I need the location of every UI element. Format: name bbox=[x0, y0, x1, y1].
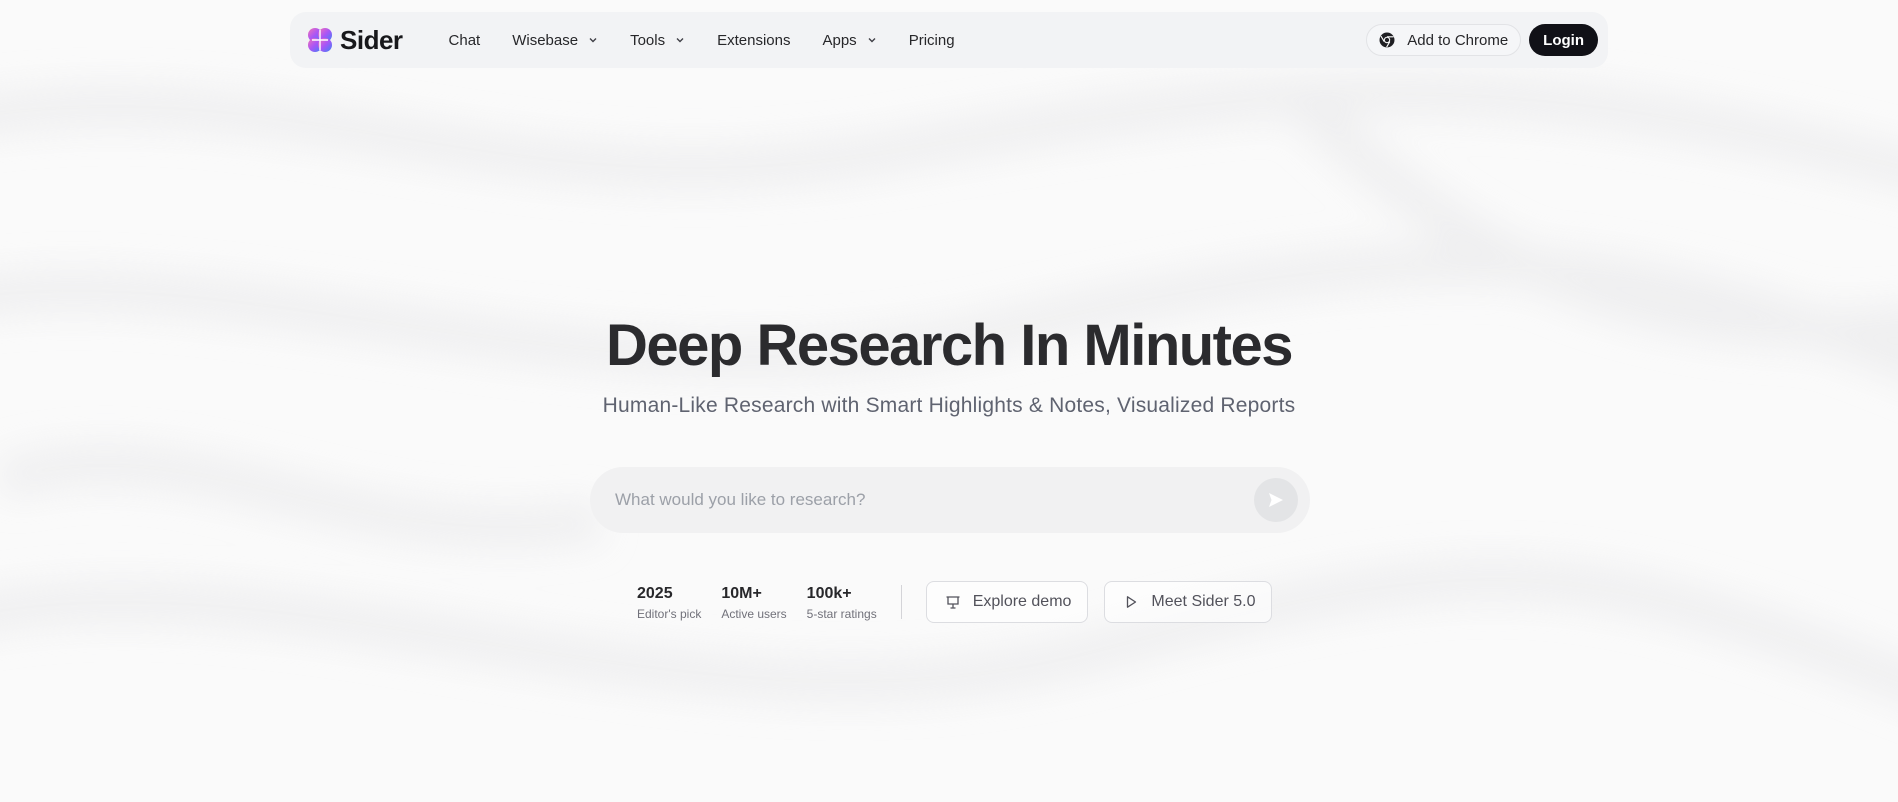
nav-item-label: Chat bbox=[448, 31, 481, 49]
add-to-chrome-label: Add to Chrome bbox=[1407, 31, 1509, 49]
nav-actions: Add to Chrome Login bbox=[1366, 24, 1598, 56]
chevron-down-icon bbox=[868, 38, 876, 43]
nav-item-label: Tools bbox=[630, 31, 666, 49]
nav-item-wisebase[interactable]: Wisebase bbox=[496, 24, 614, 57]
brand-logo[interactable]: Sider bbox=[306, 25, 403, 56]
stat-value: 10M+ bbox=[721, 584, 762, 602]
nav-item-label: Apps bbox=[822, 31, 857, 49]
presentation-icon bbox=[946, 596, 960, 609]
hero-section: Deep Research In Minutes Human-Like Rese… bbox=[0, 312, 1898, 418]
nav-links: Chat Wisebase Tools Extensions Apps Pric… bbox=[433, 24, 971, 57]
stats-row: 2025 Editor's pick 10M+ Active users 100… bbox=[637, 581, 1288, 623]
stat-value: 100k+ bbox=[806, 584, 852, 602]
meet-sider-button[interactable]: Meet Sider 5.0 bbox=[1104, 581, 1273, 623]
meet-sider-label: Meet Sider 5.0 bbox=[1151, 593, 1256, 610]
research-input[interactable] bbox=[615, 490, 1254, 510]
stat-label: Active users bbox=[721, 606, 787, 621]
chrome-icon bbox=[1379, 32, 1395, 48]
research-search-bar bbox=[590, 467, 1310, 533]
play-icon bbox=[1127, 596, 1137, 608]
stat-editors-pick: 2025 Editor's pick bbox=[637, 584, 701, 621]
explore-demo-button[interactable]: Explore demo bbox=[925, 581, 1089, 623]
nav-item-apps[interactable]: Apps bbox=[806, 24, 892, 57]
stat-active-users: 10M+ Active users bbox=[721, 584, 786, 621]
explore-demo-label: Explore demo bbox=[972, 593, 1072, 610]
nav-item-pricing[interactable]: Pricing bbox=[893, 24, 971, 57]
top-navbar: Sider Chat Wisebase Tools Extensions App… bbox=[290, 12, 1608, 68]
chevron-down-icon bbox=[589, 38, 597, 43]
login-button[interactable]: Login bbox=[1529, 24, 1598, 56]
sider-brain-icon bbox=[308, 28, 332, 52]
nav-item-label: Extensions bbox=[717, 31, 791, 49]
nav-item-label: Pricing bbox=[908, 31, 955, 49]
chevron-down-icon bbox=[676, 38, 684, 43]
nav-item-extensions[interactable]: Extensions bbox=[701, 24, 806, 57]
send-arrow-icon bbox=[1269, 493, 1283, 507]
add-to-chrome-button[interactable]: Add to Chrome bbox=[1366, 24, 1522, 56]
nav-item-chat[interactable]: Chat bbox=[433, 24, 497, 57]
stat-label: Editor's pick bbox=[637, 606, 702, 621]
hero-title: Deep Research In Minutes bbox=[606, 313, 1294, 378]
nav-item-tools[interactable]: Tools bbox=[614, 24, 701, 57]
hero-subtitle: Human-Like Research with Smart Highlight… bbox=[602, 394, 1296, 417]
vertical-divider bbox=[900, 585, 902, 619]
stat-label: 5-star ratings bbox=[806, 606, 877, 621]
nav-item-label: Wisebase bbox=[512, 31, 579, 49]
stat-ratings: 100k+ 5-star ratings bbox=[807, 584, 877, 621]
send-button[interactable] bbox=[1254, 478, 1298, 522]
stat-value: 2025 bbox=[637, 584, 673, 602]
brand-name: Sider bbox=[340, 24, 403, 55]
